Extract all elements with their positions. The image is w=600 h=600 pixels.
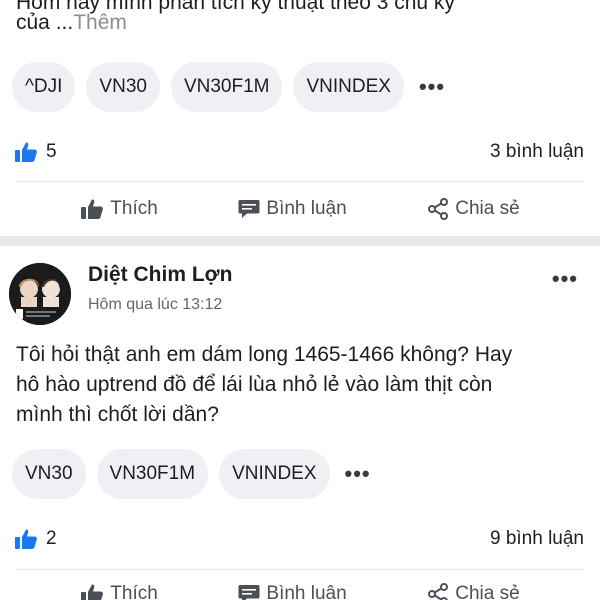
post1-text-line2-content: của ... [16, 11, 74, 34]
post1-like-count: 5 [46, 141, 57, 162]
speech-bubble-icon [238, 584, 260, 600]
tag-chip-vn30f1m[interactable]: VN30F1M [170, 62, 283, 112]
post2-text-line2: hô hào uptrend đồ để lái lùa nhỏ lẻ vào … [16, 373, 493, 396]
post1-comment-count[interactable]: 3 bình luận [490, 141, 584, 163]
tag-chip-vn30[interactable]: VN30 [12, 449, 86, 499]
share-icon [427, 198, 449, 220]
share-icon [427, 583, 449, 600]
comment-button-label: Bình luận [266, 198, 347, 219]
post1-tag-list: ^DJI VN30 VN30F1M VNINDEX ••• [12, 62, 445, 112]
post2-action-bar: Thích Bình luận Chia sẻ [0, 574, 600, 600]
share-button[interactable]: Chia sẻ [427, 198, 520, 220]
post-options-button[interactable]: ••• [552, 266, 578, 292]
post2-text-line1: Tôi hỏi thật anh em dám long 1465-1466 k… [16, 343, 513, 366]
post1-action-bar: Thích Bình luận Chia sẻ [0, 189, 600, 229]
thumbs-up-icon [14, 141, 38, 163]
more-tags-button[interactable]: ••• [341, 461, 371, 487]
post-separator [0, 236, 600, 246]
post2-tag-list: VN30 VN30F1M VNINDEX ••• [12, 449, 371, 499]
tag-chip-vn30[interactable]: VN30 [86, 62, 160, 112]
tag-chip-vn30f1m[interactable]: VN30F1M [96, 449, 209, 499]
like-button-label: Thích [110, 198, 158, 219]
divider [16, 569, 584, 570]
tag-chip-dji[interactable]: ^DJI [12, 62, 76, 112]
post1-stats: 5 3 bình luận [14, 137, 584, 167]
like-button[interactable]: Thích [80, 198, 158, 220]
post-author-name[interactable]: Diệt Chim Lợn [88, 263, 232, 287]
thumbs-up-icon [14, 528, 38, 550]
avatar[interactable] [9, 263, 71, 325]
more-tags-button[interactable]: ••• [415, 74, 445, 100]
comment-button[interactable]: Bình luận [238, 198, 347, 220]
tag-chip-vnindex[interactable]: VNINDEX [219, 449, 330, 499]
thumbs-up-icon [80, 198, 104, 220]
comment-button[interactable]: Bình luận [238, 583, 347, 600]
share-button[interactable]: Chia sẻ [427, 583, 520, 600]
like-button-label: Thích [110, 583, 158, 600]
thumbs-up-icon [80, 583, 104, 600]
post1-text-line2: của ...Thêm [16, 8, 127, 38]
share-button-label: Chia sẻ [455, 583, 520, 600]
post2-text-line3: mình thì chốt lời dần? [16, 403, 219, 426]
share-button-label: Chia sẻ [455, 198, 520, 219]
post2-stats: 2 9 bình luận [14, 524, 584, 554]
see-more-link[interactable]: Thêm [73, 11, 127, 34]
comment-button-label: Bình luận [266, 583, 347, 600]
divider [16, 181, 584, 182]
post1-like-summary[interactable]: 5 [14, 141, 57, 163]
speech-bubble-icon [238, 199, 260, 219]
like-button[interactable]: Thích [80, 583, 158, 600]
post2-comment-count[interactable]: 9 bình luận [490, 528, 584, 550]
post-timestamp[interactable]: Hôm qua lúc 13:12 [88, 296, 222, 314]
post2-like-summary[interactable]: 2 [14, 528, 57, 550]
post2-like-count: 2 [46, 528, 57, 549]
tag-chip-vnindex[interactable]: VNINDEX [293, 62, 404, 112]
